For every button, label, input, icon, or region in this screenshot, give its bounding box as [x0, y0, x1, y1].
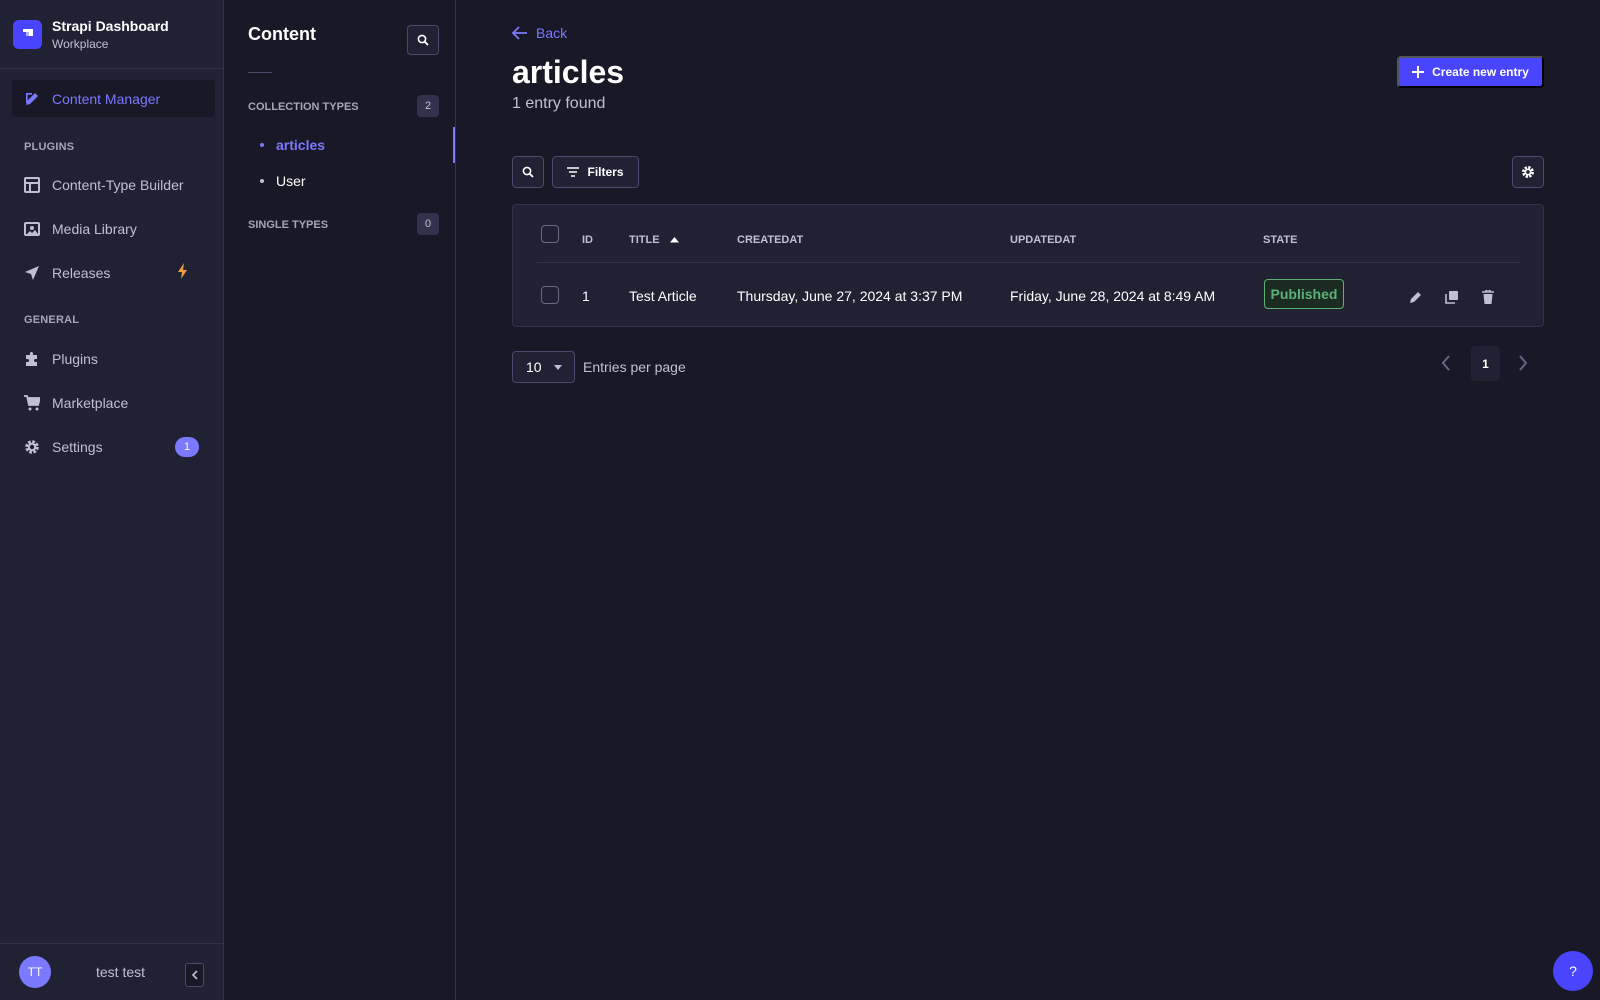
image-icon: [24, 221, 40, 237]
general-section-heading: GENERAL: [24, 314, 80, 326]
nav-item-label: Marketplace: [52, 394, 129, 411]
column-header-updatedat[interactable]: UPDATEDAT: [1010, 234, 1076, 246]
divider: [537, 262, 1521, 263]
brand-subtitle: Workplace: [52, 36, 109, 51]
gear-icon: [24, 439, 40, 455]
edit-button[interactable]: [1408, 289, 1424, 305]
gear-icon: [1522, 166, 1534, 178]
status-badge: Published: [1264, 279, 1344, 309]
page-title: articles: [512, 54, 625, 90]
duplicate-button[interactable]: [1444, 289, 1460, 305]
column-header-state[interactable]: STATE: [1263, 234, 1297, 246]
caret-down-icon: [554, 365, 562, 370]
nav-item-label: Content Manager: [52, 90, 161, 107]
active-indicator: [453, 127, 455, 163]
arrow-left-icon: [512, 26, 527, 40]
subnav-item-label: User: [276, 173, 306, 189]
user-footer: TT test test: [0, 943, 223, 1000]
avatar[interactable]: TT: [19, 956, 51, 988]
nav-item-plugins[interactable]: Plugins: [12, 340, 215, 377]
bullet-icon: [260, 143, 264, 147]
column-header-label: TITLE: [629, 234, 660, 246]
subnav-item-user[interactable]: User: [260, 173, 306, 189]
create-new-entry-button[interactable]: Create new entry: [1397, 56, 1544, 88]
single-types-count: 0: [417, 213, 439, 235]
entries-per-page-select[interactable]: 10: [512, 351, 575, 383]
nav-item-marketplace[interactable]: Marketplace: [12, 384, 215, 421]
chevron-left-icon: [191, 970, 198, 980]
shopping-cart-icon: [24, 394, 40, 411]
feather-pen-icon: [24, 91, 40, 107]
single-types-heading: SINGLE TYPES: [248, 219, 329, 231]
puzzle-icon: [24, 351, 40, 367]
subnav-title: Content: [248, 24, 316, 44]
previous-page-button[interactable]: [1438, 353, 1454, 373]
view-settings-button[interactable]: [1512, 156, 1544, 188]
collapse-nav-button[interactable]: [185, 963, 204, 987]
main-navigation: Strapi Dashboard Workplace Content Manag…: [0, 0, 224, 1000]
entries-table: ID TITLE CREATEDAT UPDATEDAT STATE 1 Tes…: [512, 204, 1544, 327]
column-header-id[interactable]: ID: [582, 234, 593, 246]
filter-icon: [567, 167, 580, 177]
nav-item-releases[interactable]: Releases: [12, 254, 215, 291]
cell-updatedat: Friday, June 28, 2024 at 8:49 AM: [1010, 288, 1216, 304]
column-header-title[interactable]: TITLE: [629, 234, 679, 246]
nav-item-content-type-builder[interactable]: Content-Type Builder: [12, 166, 215, 203]
layout-icon: [24, 176, 40, 193]
cell-id: 1: [582, 288, 590, 304]
bullet-icon: [260, 179, 264, 183]
subnav-item-articles[interactable]: articles: [260, 137, 325, 153]
brand: Strapi Dashboard Workplace: [0, 0, 223, 69]
content-subnav: Content COLLECTION TYPES 2 articles User…: [224, 0, 456, 1000]
chevron-right-icon: [1519, 355, 1528, 371]
entry-count: 1 entry found: [512, 95, 606, 112]
brand-title: Strapi Dashboard: [52, 17, 169, 34]
nav-item-label: Media Library: [52, 220, 137, 237]
duplicate-icon: [1445, 291, 1458, 304]
select-all-checkbox[interactable]: [541, 225, 559, 243]
search-icon: [522, 166, 534, 178]
create-button-label: Create new entry: [1432, 65, 1529, 79]
plus-icon: [1412, 66, 1425, 78]
strapi-logo-icon: [13, 19, 42, 49]
help-button[interactable]: ?: [1553, 951, 1593, 991]
filters-label: Filters: [587, 165, 624, 179]
collection-types-count: 2: [417, 95, 439, 117]
search-button[interactable]: [512, 156, 544, 188]
cell-createdat: Thursday, June 27, 2024 at 3:37 PM: [737, 288, 963, 304]
back-label: Back: [536, 25, 568, 41]
pencil-icon: [1410, 292, 1421, 303]
page-1-button[interactable]: 1: [1471, 346, 1500, 381]
nav-item-label: Releases: [52, 264, 111, 281]
user-name[interactable]: test test: [96, 964, 145, 980]
paper-plane-icon: [24, 265, 40, 281]
delete-button[interactable]: [1480, 289, 1496, 305]
subnav-search-button[interactable]: [407, 25, 439, 55]
collection-types-heading: COLLECTION TYPES: [248, 101, 359, 113]
trash-icon: [1482, 290, 1494, 304]
subnav-item-label: articles: [276, 137, 326, 153]
column-header-createdat[interactable]: CREATEDAT: [737, 234, 803, 246]
nav-item-label: Plugins: [52, 350, 98, 367]
divider: [248, 72, 272, 73]
per-page-value: 10: [526, 359, 542, 375]
nav-item-label: Settings: [52, 438, 103, 455]
entries-per-page-label: Entries per page: [583, 359, 686, 375]
nav-item-content-manager[interactable]: Content Manager: [12, 80, 215, 117]
back-link[interactable]: Back: [512, 25, 567, 41]
chevron-left-icon: [1441, 355, 1450, 371]
sort-ascending-icon: [669, 237, 679, 243]
next-page-button[interactable]: [1515, 353, 1531, 373]
nav-item-media-library[interactable]: Media Library: [12, 210, 215, 247]
settings-notification-badge: 1: [175, 436, 199, 457]
filters-button[interactable]: Filters: [552, 156, 639, 188]
cell-title: Test Article: [629, 288, 697, 304]
lightning-icon: [177, 263, 189, 282]
row-checkbox[interactable]: [541, 286, 559, 304]
search-icon: [417, 34, 429, 46]
nav-item-label: Content-Type Builder: [52, 176, 184, 193]
plugins-section-heading: PLUGINS: [24, 141, 75, 153]
nav-item-settings[interactable]: Settings 1: [12, 428, 215, 465]
